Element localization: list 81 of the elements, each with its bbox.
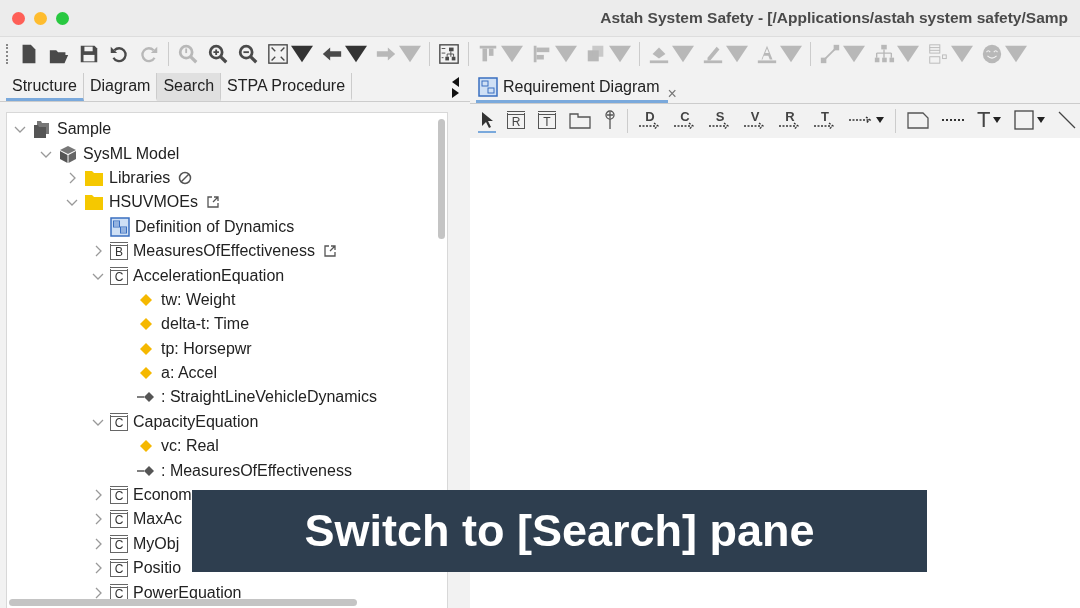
list-icon <box>927 43 949 65</box>
folders-icon <box>32 119 52 140</box>
text-tool[interactable]: T <box>975 107 1004 135</box>
relation-tool[interactable]: D <box>637 108 663 134</box>
tree-item-label[interactable]: : MeasuresOfEffectiveness <box>161 461 352 480</box>
tree-item-label[interactable]: tp: Horsepwr <box>161 339 252 358</box>
editor-tab[interactable]: Requirement Diagram <box>476 75 668 103</box>
tree-item-label[interactable]: Libraries <box>109 168 171 187</box>
tree-item-label[interactable]: MaxAc <box>133 510 182 529</box>
save-icon <box>78 43 100 65</box>
toolbar-button[interactable] <box>321 43 367 65</box>
tree-item-label[interactable]: CapacityEquation <box>133 412 259 431</box>
cube-icon <box>58 143 78 164</box>
relation-tool[interactable]: C <box>672 108 698 134</box>
caret-icon[interactable] <box>291 43 313 65</box>
constraint-icon: C <box>110 534 128 553</box>
tree-item-label[interactable]: HSUVMOEs <box>109 193 198 212</box>
dashed-arrow-icon <box>674 121 696 130</box>
constraint-icon: C <box>110 266 128 285</box>
tree-item-label[interactable]: : StraightLineVehicleDynamics <box>161 388 378 407</box>
dashed-arrow-icon <box>709 121 731 130</box>
find-icon <box>177 43 199 65</box>
dashed-arrow-icon <box>744 121 766 130</box>
dashed-arrow-icon <box>814 121 836 130</box>
tree-icon <box>873 43 895 65</box>
toolbar-button[interactable] <box>438 43 460 65</box>
tree-item-label[interactable]: SysML Model <box>83 144 180 163</box>
tree-item-label[interactable]: tw: Weight <box>161 290 236 309</box>
toolbar-button[interactable] <box>267 43 313 65</box>
constraint-icon: C <box>110 412 128 431</box>
caret-icon <box>993 117 1002 123</box>
zoom-out-icon <box>237 43 259 65</box>
window-title: Astah System Safety - [/Applications/astah system safety/Samp <box>600 9 1068 27</box>
dotted-line-icon <box>942 117 964 123</box>
toolbar-button[interactable] <box>78 43 100 65</box>
close-window-button[interactable] <box>12 11 25 25</box>
close-icon[interactable]: × <box>667 85 677 103</box>
toolbar-button[interactable] <box>207 43 229 65</box>
relation-tool[interactable]: V <box>742 108 768 134</box>
tree-item-label[interactable]: MyObj <box>133 534 180 553</box>
diagram-icon <box>478 77 498 97</box>
line-icon <box>819 43 841 65</box>
layout-icon <box>438 43 460 65</box>
relation-tool[interactable]: S <box>707 108 733 134</box>
zoom-window-button[interactable] <box>56 11 69 25</box>
smiley-icon <box>981 43 1003 65</box>
caret-icon <box>1037 117 1046 123</box>
relation-tool[interactable]: R <box>777 108 803 134</box>
block-icon: B <box>110 242 128 261</box>
toolbar-button[interactable] <box>237 43 259 65</box>
tree-item-label[interactable]: MeasuresOfEffectiveness <box>133 242 315 261</box>
dashed-arrow-icon <box>779 121 801 130</box>
tree-item-label[interactable]: Definition of Dynamics <box>135 217 295 236</box>
tree-item-label[interactable]: PowerEquation <box>133 583 242 602</box>
tree-item-label[interactable]: AccelerationEquation <box>133 266 285 285</box>
tree-item-label[interactable]: delta-t: Time <box>161 315 250 334</box>
relation-tool[interactable]: T <box>812 108 838 134</box>
tree-item-label[interactable]: a: Accel <box>161 364 218 383</box>
tree-item-label[interactable]: vc: Real <box>161 437 219 456</box>
caret-icon[interactable] <box>345 43 367 65</box>
scrollbar-thumb[interactable] <box>9 599 357 606</box>
dashed-arrow-icon <box>639 121 661 130</box>
tree-item-label[interactable]: Positio <box>133 559 182 578</box>
tree-item-label[interactable]: Sample <box>57 120 112 139</box>
pointer-tool[interactable] <box>478 109 496 133</box>
constraint-icon: C <box>110 510 128 529</box>
pane-tab[interactable]: Search <box>157 73 222 101</box>
diagram-icon <box>110 216 130 237</box>
constraint-icon: C <box>110 486 128 505</box>
caret-icon <box>876 117 884 123</box>
folder-icon <box>84 192 104 213</box>
zoom-in-icon <box>207 43 229 65</box>
pane-tab[interactable]: STPA Procedure <box>221 73 353 101</box>
fit-icon <box>267 43 289 65</box>
pane-tab[interactable]: Structure <box>6 73 84 101</box>
caption-banner: Switch to [Search] pane <box>192 490 927 572</box>
dashed-arrow-icon <box>849 115 873 125</box>
minimize-window-button[interactable] <box>34 11 47 25</box>
constraint-icon: C <box>110 559 128 578</box>
scrollbar-thumb[interactable] <box>438 119 445 239</box>
tree-item-label[interactable]: Econom <box>133 486 192 505</box>
